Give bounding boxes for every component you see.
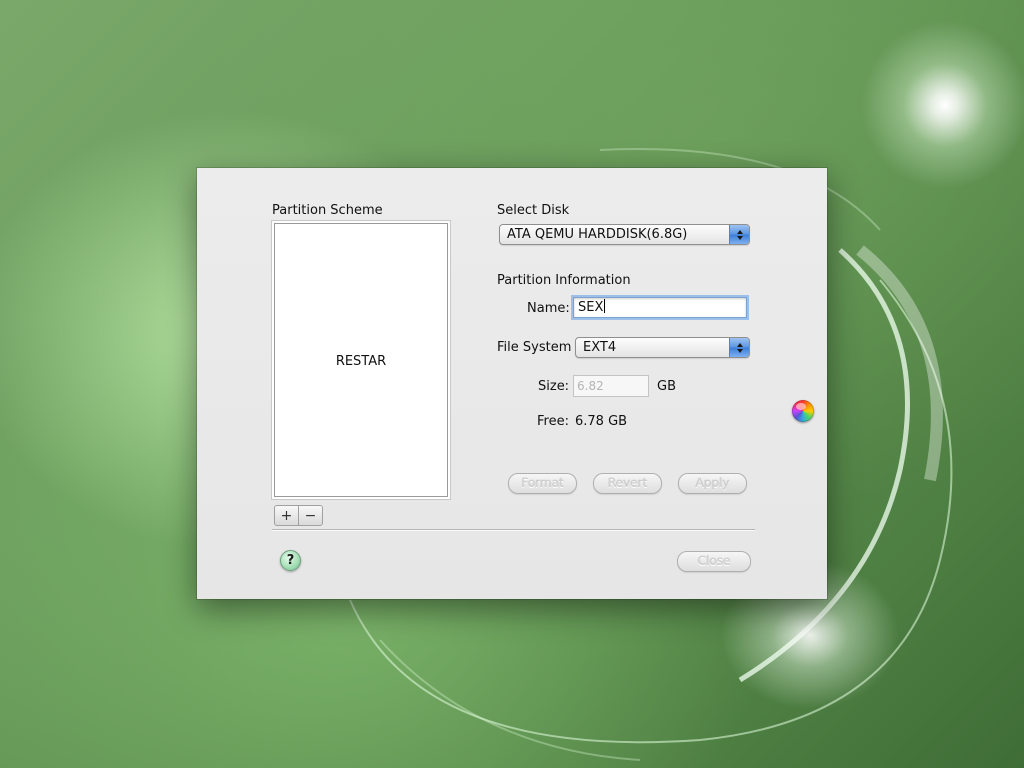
name-label: Name: xyxy=(527,301,570,316)
remove-partition-button[interactable]: − xyxy=(298,506,322,525)
partition-add-remove-control: + − xyxy=(274,505,323,526)
size-unit-label: GB xyxy=(657,379,676,394)
partition-information-label: Partition Information xyxy=(497,273,631,288)
format-button[interactable]: Format xyxy=(508,473,577,494)
file-system-popup[interactable]: EXT4 xyxy=(575,337,750,358)
name-field[interactable]: SEX xyxy=(573,297,747,318)
partition-scheme-list[interactable]: RESTAR xyxy=(274,223,448,497)
add-partition-button[interactable]: + xyxy=(275,506,298,525)
size-field[interactable]: 6.82 xyxy=(573,375,649,397)
desktop-background: Partition Scheme RESTAR + − Select Disk … xyxy=(0,0,1024,768)
size-label: Size: xyxy=(538,379,570,394)
free-label: Free: xyxy=(537,414,569,429)
divider xyxy=(272,529,755,531)
partition-scheme-label: Partition Scheme xyxy=(272,203,383,218)
partition-dialog: Partition Scheme RESTAR + − Select Disk … xyxy=(197,168,827,599)
popup-arrows-icon xyxy=(729,338,749,357)
revert-button[interactable]: Revert xyxy=(593,473,662,494)
apply-button[interactable]: Apply xyxy=(678,473,747,494)
light-flare xyxy=(860,20,1024,190)
color-wheel-icon[interactable] xyxy=(792,400,814,422)
help-button[interactable]: ? xyxy=(280,550,301,571)
popup-arrows-icon xyxy=(729,225,749,244)
select-disk-value: ATA QEMU HARDDISK(6.8G) xyxy=(507,227,688,242)
close-button[interactable]: Close xyxy=(677,551,751,572)
name-field-value: SEX xyxy=(578,300,604,315)
file-system-label: File System xyxy=(497,340,572,355)
select-disk-popup[interactable]: ATA QEMU HARDDISK(6.8G) xyxy=(499,224,750,245)
free-value: 6.78 GB xyxy=(575,414,628,429)
file-system-value: EXT4 xyxy=(583,340,617,355)
partition-scheme-item[interactable]: RESTAR xyxy=(275,354,447,369)
text-caret xyxy=(604,299,606,313)
select-disk-label: Select Disk xyxy=(497,203,570,218)
